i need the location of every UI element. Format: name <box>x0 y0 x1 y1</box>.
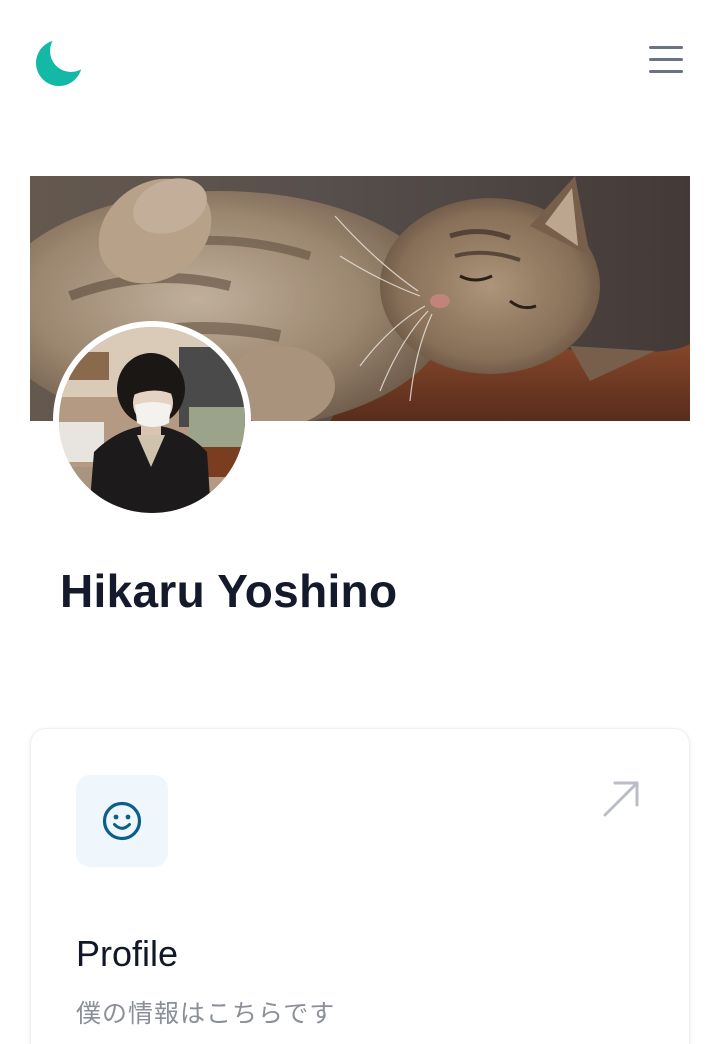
smiley-face-icon <box>102 801 142 841</box>
menu-line <box>649 70 683 73</box>
profile-name: Hikaru Yoshino <box>60 565 398 617</box>
page: Hikaru Yoshino Profile 僕の情報はこちらです <box>0 0 720 1044</box>
hamburger-menu-icon[interactable] <box>648 44 684 76</box>
menu-line <box>649 46 683 49</box>
menu-line <box>649 58 683 61</box>
card-title: Profile <box>76 933 179 974</box>
card-icon-box <box>76 775 168 867</box>
crescent-moon-icon[interactable] <box>34 36 86 88</box>
arrow-up-right-icon <box>603 781 639 817</box>
profile-card[interactable]: Profile 僕の情報はこちらです <box>30 728 690 1044</box>
card-description: 僕の情報はこちらです <box>76 1000 336 1028</box>
avatar <box>53 321 251 519</box>
